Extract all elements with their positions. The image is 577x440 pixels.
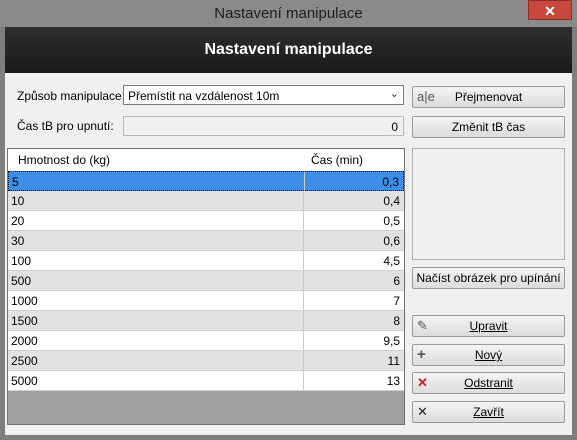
column-divider bbox=[303, 191, 304, 210]
column-divider bbox=[304, 172, 305, 191]
dialog-client: Nastavení manipulace Způsob manipulace: … bbox=[5, 27, 572, 435]
cell-weight: 1000 bbox=[11, 294, 38, 308]
delete-button[interactable]: ✕ Odstranit bbox=[412, 372, 565, 394]
dialog-window: Nastavení manipulace ✕ Nastavení manipul… bbox=[0, 0, 577, 440]
cell-weight: 30 bbox=[11, 234, 25, 248]
table-row[interactable]: 2500 11 bbox=[8, 351, 404, 371]
method-select[interactable]: Přemístit na vzdálenost 10m ⌄ bbox=[123, 85, 404, 105]
load-image-button-label: Načíst obrázek pro upínání bbox=[416, 271, 561, 285]
red-x-icon: ✕ bbox=[417, 375, 428, 390]
cell-weight: 500 bbox=[11, 274, 32, 288]
table-row[interactable]: 100 4,5 bbox=[8, 251, 404, 271]
cell-weight: 1500 bbox=[11, 314, 38, 328]
column-divider bbox=[303, 291, 304, 310]
column-divider bbox=[303, 251, 304, 270]
cell-time: 9,5 bbox=[383, 334, 400, 348]
edit-button-label: Upravit bbox=[469, 319, 508, 333]
table-row[interactable]: 500 6 bbox=[8, 271, 404, 291]
cell-time: 7 bbox=[393, 294, 400, 308]
column-header-weight[interactable]: Hmotnost do (kg) bbox=[18, 153, 110, 167]
title-bar[interactable]: Nastavení manipulace ✕ bbox=[0, 0, 577, 27]
table-row[interactable]: 2000 9,5 bbox=[8, 331, 404, 351]
table-row[interactable]: 10 0,4 bbox=[8, 191, 404, 211]
column-divider bbox=[303, 211, 304, 230]
load-image-button[interactable]: Načíst obrázek pro upínání bbox=[412, 267, 565, 289]
new-button[interactable]: + Nový bbox=[412, 344, 565, 366]
table-row[interactable]: 20 0,5 bbox=[8, 211, 404, 231]
cell-weight: 5 bbox=[12, 175, 19, 189]
close-button-label: Zavřít bbox=[473, 405, 504, 419]
cell-time: 0,4 bbox=[383, 194, 400, 208]
cell-time: 0,6 bbox=[383, 234, 400, 248]
x-icon: ✕ bbox=[417, 404, 428, 419]
cell-time: 11 bbox=[387, 354, 400, 368]
column-divider bbox=[303, 231, 304, 250]
cell-weight: 10 bbox=[11, 194, 25, 208]
table-row[interactable]: 5000 13 bbox=[8, 371, 404, 391]
rename-icon: a|e bbox=[417, 89, 435, 104]
change-time-button-label: Změnit tB čas bbox=[451, 120, 526, 134]
plus-icon: + bbox=[417, 346, 426, 363]
cell-weight: 2500 bbox=[11, 354, 38, 368]
rename-button-label: Přejmenovat bbox=[454, 90, 523, 104]
window-title: Nastavení manipulace bbox=[214, 5, 363, 22]
header-title: Nastavení manipulace bbox=[204, 41, 373, 58]
chevron-down-icon: ⌄ bbox=[389, 88, 399, 100]
cell-weight: 5000 bbox=[11, 374, 38, 388]
cell-time: 4,5 bbox=[383, 254, 400, 268]
pencil-icon: ✎ bbox=[417, 318, 428, 333]
column-divider bbox=[303, 371, 304, 390]
column-divider bbox=[303, 331, 304, 350]
table-row[interactable]: 1500 8 bbox=[8, 311, 404, 331]
table-row[interactable]: 5 0,3 bbox=[8, 171, 404, 191]
header-banner: Nastavení manipulace bbox=[5, 27, 572, 73]
cell-time: 0,3 bbox=[382, 175, 399, 189]
cell-weight: 2000 bbox=[11, 334, 38, 348]
new-button-label: Nový bbox=[474, 348, 503, 362]
table-row[interactable]: 1000 7 bbox=[8, 291, 404, 311]
image-preview bbox=[412, 148, 565, 260]
cell-time: 0,5 bbox=[383, 214, 400, 228]
time-label: Čas tB pro upnutí: bbox=[17, 119, 114, 133]
weight-time-table[interactable]: Hmotnost do (kg) Čas (min) 5 0,3 10 0,4 20 0,… bbox=[7, 148, 405, 425]
column-header-time[interactable]: Čas (min) bbox=[311, 153, 363, 167]
change-time-button[interactable]: Změnit tB čas bbox=[412, 116, 565, 138]
edit-button[interactable]: ✎ Upravit bbox=[412, 315, 565, 337]
table-header: Hmotnost do (kg) Čas (min) bbox=[8, 149, 404, 172]
time-field[interactable]: 0 bbox=[123, 116, 404, 136]
cell-weight: 100 bbox=[11, 254, 32, 268]
close-window-button[interactable]: ✕ bbox=[528, 0, 572, 20]
column-divider bbox=[303, 351, 304, 370]
method-select-value: Přemístit na vzdálenost 10m bbox=[128, 89, 280, 103]
cell-time: 6 bbox=[393, 274, 400, 288]
delete-button-label: Odstranit bbox=[464, 376, 513, 390]
close-button[interactable]: ✕ Zavřít bbox=[412, 401, 565, 423]
cell-time: 13 bbox=[386, 374, 400, 388]
cell-time: 8 bbox=[393, 314, 400, 328]
cell-weight: 20 bbox=[11, 214, 25, 228]
table-row[interactable]: 30 0,6 bbox=[8, 231, 404, 251]
rename-button[interactable]: a|e Přejmenovat bbox=[412, 86, 565, 108]
column-divider bbox=[303, 271, 304, 290]
column-divider bbox=[303, 311, 304, 330]
method-label: Způsob manipulace: bbox=[17, 89, 126, 103]
